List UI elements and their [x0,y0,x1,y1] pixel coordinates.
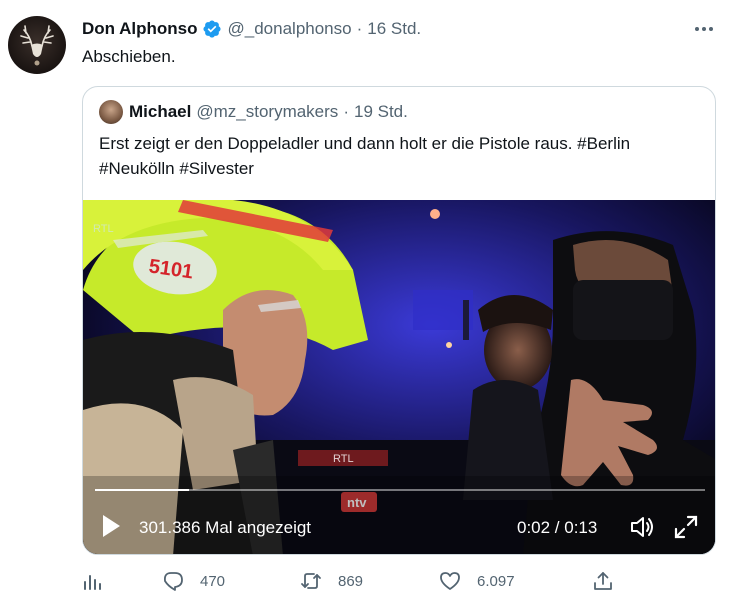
retweet-button[interactable]: 869 [300,570,363,592]
like-icon [440,572,460,590]
like-button[interactable]: 6.097 [439,570,515,592]
volume-icon[interactable] [629,514,655,540]
reply-icon [163,572,183,591]
video-player[interactable]: 5101 RTL RTL ntv 301.386 Mal angezeigt 0… [83,200,715,554]
author-handle[interactable]: @_donalphonso [228,19,352,39]
quoted-tweet-header: Michael @mz_storymakers · 19 Std. [99,100,408,124]
quoted-tweet-text: Erst zeigt er den Doppeladler und dann h… [99,134,631,178]
quoted-author-handle[interactable]: @mz_storymakers [196,102,338,122]
retweet-icon [301,573,321,589]
quoted-tweet[interactable]: Michael @mz_storymakers · 19 Std. Erst z… [82,86,716,555]
tweet-header: Don Alphonso @_donalphonso · 16 Std. [82,18,421,40]
verified-badge-icon [202,19,222,39]
author-avatar[interactable] [8,16,66,74]
quoted-author-name[interactable]: Michael [129,102,191,122]
play-icon[interactable] [99,513,123,539]
tweet[interactable]: Don Alphonso @_donalphonso · 16 Std. Abs… [0,0,740,598]
fullscreen-icon[interactable] [673,514,699,540]
view-count: 301.386 Mal angezeigt [139,518,312,537]
channel-logo-rtl: RTL [93,223,114,235]
like-count: 6.097 [477,572,515,590]
channel-logo-rtl-badge: RTL [333,453,354,465]
tweet-actions: 470 869 6.097 [82,566,622,598]
author-name[interactable]: Don Alphonso [82,19,198,39]
stag-logo-icon [20,25,54,66]
tweet-text: Abschieben. [82,47,176,66]
reply-button[interactable]: 470 [162,570,225,592]
video-progress-fill [95,489,189,491]
retweet-count: 869 [338,572,364,590]
video-frame: 5101 RTL RTL ntv [83,200,715,554]
video-timecode: 0:02 / 0:13 [517,518,598,537]
share-button[interactable] [592,570,614,592]
video-progress-bar[interactable] [95,489,705,491]
separator-dot: · [356,19,363,38]
quoted-author-avatar[interactable] [99,100,123,124]
separator-dot: · [343,102,349,121]
analytics-icon [84,575,101,590]
more-icon[interactable] [690,17,718,41]
reply-count: 470 [200,572,226,590]
analytics-button[interactable] [82,570,104,592]
tweet-timestamp[interactable]: 16 Std. [367,19,421,39]
quoted-tweet-timestamp[interactable]: 19 Std. [354,102,408,122]
share-icon [594,572,612,590]
